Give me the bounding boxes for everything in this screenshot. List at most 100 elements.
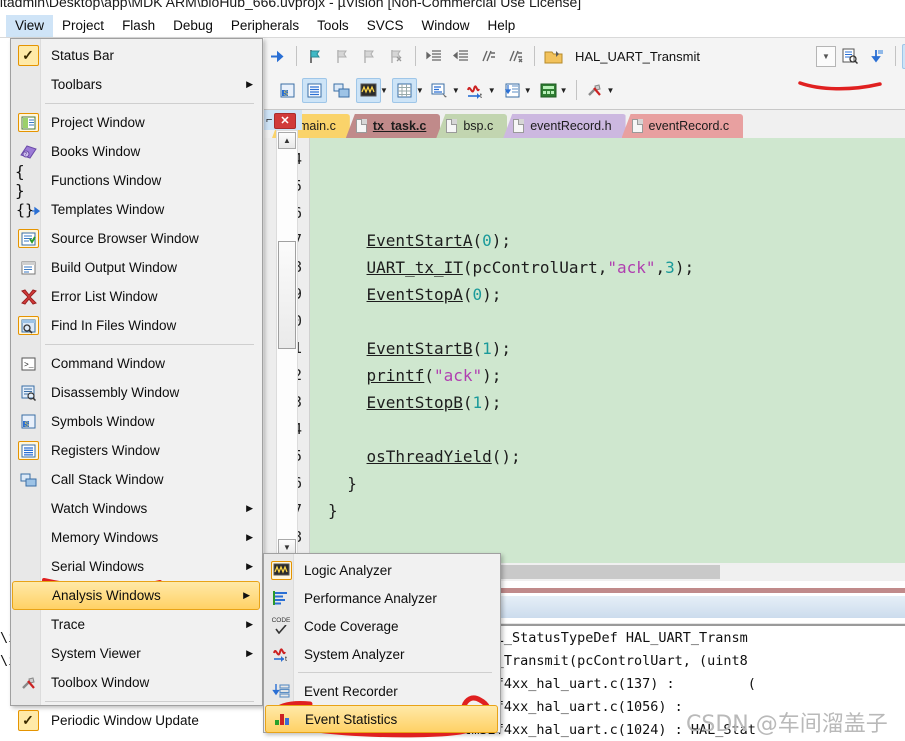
run-to-cursor-icon[interactable] bbox=[265, 44, 290, 69]
menu-item-view[interactable]: View bbox=[6, 15, 54, 37]
submenu-item-event-recorder[interactable]: Event Recorder bbox=[264, 677, 500, 705]
code-line[interactable]: EventStartB(1); bbox=[328, 341, 512, 357]
find-in-files-toolbar-icon[interactable] bbox=[837, 44, 862, 69]
call-stack-toolbar-icon[interactable] bbox=[329, 78, 354, 103]
toolbox-toolbar-icon[interactable] bbox=[583, 78, 608, 103]
menu-item-project[interactable]: Project bbox=[53, 15, 113, 37]
menu-item-toolbox-window[interactable]: Toolbox Window bbox=[11, 668, 262, 697]
indent-decrease-icon[interactable] bbox=[449, 44, 474, 69]
submenu-arrow-icon: ▶ bbox=[246, 619, 253, 629]
enable-breakpoint-icon[interactable] bbox=[357, 44, 382, 69]
event-recorder-dropdown-arrow[interactable]: ▼ bbox=[524, 86, 532, 95]
memory-window-toolbar-icon[interactable] bbox=[391, 77, 417, 103]
uncomment-lines-icon[interactable] bbox=[503, 44, 528, 69]
scroll-up-icon[interactable]: ▲ bbox=[278, 132, 296, 149]
submenu-arrow-icon: ▶ bbox=[246, 561, 253, 571]
menu-item-peripherals[interactable]: Peripherals bbox=[222, 15, 308, 37]
menu-item-periodic-window-update[interactable]: ✓ Periodic Window Update bbox=[11, 706, 262, 735]
code-line[interactable]: EventStopA(0); bbox=[328, 287, 502, 303]
symbols-toolbar-icon[interactable]: S bbox=[275, 78, 300, 103]
menu-item-templates-window[interactable]: {} Templates Window bbox=[11, 195, 262, 224]
registers-icon bbox=[17, 441, 39, 460]
submenu-item-system-analyzer[interactable]: t System Analyzer bbox=[264, 640, 500, 668]
menu-item-label: Periodic Window Update bbox=[51, 713, 199, 728]
checkmark-icon: ✓ bbox=[17, 710, 39, 731]
logic-analyzer-toolbar-icon[interactable] bbox=[356, 77, 381, 103]
menu-item-label: Templates Window bbox=[51, 202, 165, 217]
menu-item-watch-windows[interactable]: Watch Windows ▶ bbox=[11, 494, 262, 523]
menu-item-find-in-files-window[interactable]: Find In Files Window bbox=[11, 311, 262, 340]
code-line[interactable]: osThreadYield(); bbox=[328, 449, 521, 465]
editor-tab-label: eventRecord.h bbox=[530, 119, 612, 133]
event-recorder-toolbar-icon[interactable] bbox=[500, 78, 525, 103]
menu-item-books-window[interactable]: ? Books Window bbox=[11, 137, 262, 166]
indent-increase-icon[interactable] bbox=[422, 44, 447, 69]
menu-item-command-window[interactable]: >_ Command Window bbox=[11, 349, 262, 378]
open-file-icon[interactable] bbox=[541, 44, 566, 69]
menu-item-window[interactable]: Window bbox=[412, 15, 478, 37]
svg-text:>_: >_ bbox=[24, 361, 34, 370]
registers-toolbar-icon[interactable] bbox=[302, 77, 327, 103]
menu-item-system-viewer[interactable]: System Viewer ▶ bbox=[11, 639, 262, 668]
submenu-item-performance-analyzer[interactable]: Performance Analyzer bbox=[264, 584, 500, 612]
code-line[interactable]: EventStopB(1); bbox=[328, 395, 502, 411]
editor-tab-eventrecord-c[interactable]: eventRecord.c bbox=[621, 114, 744, 138]
menu-item-disassembly-window[interactable]: Disassembly Window bbox=[11, 378, 262, 407]
performance-analyzer-dropdown-arrow[interactable]: ▼ bbox=[452, 86, 460, 95]
menu-item-serial-windows[interactable]: Serial Windows ▶ bbox=[11, 552, 262, 581]
menu-item-build-output-window[interactable]: Build Output Window bbox=[11, 253, 262, 282]
code-line[interactable]: EventStartA(0); bbox=[328, 233, 512, 249]
menu-item-toolbars[interactable]: Toolbars ▶ bbox=[11, 70, 262, 99]
logic-analyzer-dropdown-arrow[interactable]: ▼ bbox=[380, 86, 388, 95]
editor-vertical-scrollbar[interactable]: ▲ ▼ bbox=[276, 130, 298, 558]
toolbox-dropdown-arrow[interactable]: ▼ bbox=[607, 86, 615, 95]
menu-item-memory-windows[interactable]: Memory Windows ▶ bbox=[11, 523, 262, 552]
menu-item-analysis-windows[interactable]: Analysis Windows ▶ bbox=[12, 581, 260, 610]
menu-item-debug[interactable]: Debug bbox=[164, 15, 222, 37]
symbol-combo-value[interactable]: HAL_UART_Transmit bbox=[567, 45, 742, 67]
disable-breakpoint-icon[interactable] bbox=[330, 44, 355, 69]
editor-tab-label: tx_task.c bbox=[372, 119, 427, 133]
menu-item-functions-window[interactable]: { } Functions Window bbox=[11, 162, 262, 200]
submenu-item-logic-analyzer[interactable]: Logic Analyzer bbox=[264, 556, 500, 584]
menu-item-tools[interactable]: Tools bbox=[308, 15, 358, 37]
menu-item-svcs[interactable]: SVCS bbox=[358, 15, 413, 37]
bookmark-next-icon[interactable] bbox=[864, 44, 889, 69]
menu-item-registers-window[interactable]: Registers Window bbox=[11, 436, 262, 465]
file-icon bbox=[631, 119, 643, 133]
menu-item-call-stack-window[interactable]: Call Stack Window bbox=[11, 465, 262, 494]
memory-window-dropdown-arrow[interactable]: ▼ bbox=[416, 86, 424, 95]
code-line[interactable]: } bbox=[328, 476, 357, 492]
editor-tab-bsp-c[interactable]: bsp.c bbox=[436, 114, 508, 138]
file-icon bbox=[513, 119, 525, 133]
window-title: \itadmin\Desktop\app\MDK ARM\bioHub_666.… bbox=[0, 0, 582, 10]
menu-item-status-bar[interactable]: ✓ Status Bar bbox=[11, 41, 262, 70]
insert-breakpoint-icon[interactable] bbox=[303, 44, 328, 69]
kill-all-breakpoints-icon[interactable] bbox=[384, 44, 409, 69]
code-line[interactable]: printf("ack"); bbox=[328, 368, 502, 384]
system-viewer-toolbar-icon[interactable] bbox=[536, 78, 561, 103]
performance-analyzer-toolbar-icon[interactable] bbox=[428, 78, 453, 103]
code-line[interactable]: } bbox=[328, 503, 338, 519]
menu-item-error-list-window[interactable]: Error List Window bbox=[11, 282, 262, 311]
menu-item-source-browser-window[interactable]: Source Browser Window bbox=[11, 224, 262, 253]
comment-lines-icon[interactable] bbox=[476, 44, 501, 69]
system-viewer-dropdown-arrow[interactable]: ▼ bbox=[560, 86, 568, 95]
code-line[interactable]: UART_tx_IT(pcControlUart,"ack",3); bbox=[328, 260, 695, 276]
close-icon[interactable]: ✕ bbox=[274, 113, 296, 129]
symbol-combo-dropdown[interactable]: ▼ bbox=[816, 45, 836, 67]
editor-tab-tx-task-c[interactable]: tx_task.c bbox=[345, 114, 441, 138]
menu-item-label: Error List Window bbox=[51, 289, 158, 304]
system-analyzer-dropdown-arrow[interactable]: ▼ bbox=[488, 86, 496, 95]
submenu-item-event-statistics[interactable]: Event Statistics bbox=[265, 705, 498, 733]
menu-item-project-window[interactable]: Project Window bbox=[11, 108, 262, 137]
scrollbar-thumb[interactable] bbox=[278, 241, 296, 349]
menu-item-help[interactable]: Help bbox=[478, 15, 524, 37]
system-analyzer-toolbar-icon[interactable]: t bbox=[464, 78, 489, 103]
menu-item-symbols-window[interactable]: S Symbols Window bbox=[11, 407, 262, 436]
submenu-item-code-coverage[interactable]: CODE Code Coverage bbox=[264, 612, 500, 640]
editor-tab-eventrecord-h[interactable]: eventRecord.h bbox=[503, 114, 626, 138]
menu-item-flash[interactable]: Flash bbox=[113, 15, 164, 37]
editor-code-area[interactable]: EventStartA(0); UART_tx_IT(pcControlUart… bbox=[310, 138, 905, 565]
menu-item-trace[interactable]: Trace ▶ bbox=[11, 610, 262, 639]
